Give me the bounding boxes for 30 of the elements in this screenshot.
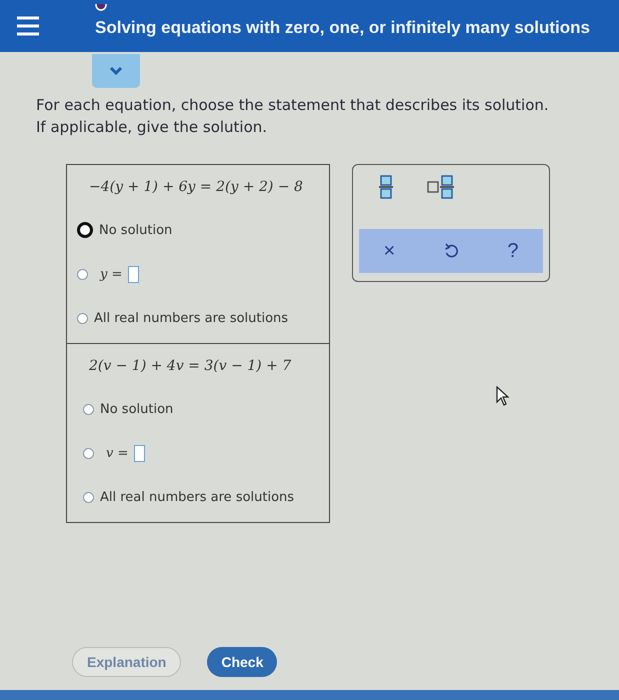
option-label[interactable]: No solution <box>100 402 174 416</box>
option-label[interactable]: y = <box>100 266 122 282</box>
radio-button[interactable] <box>77 222 93 238</box>
radio-button[interactable] <box>77 268 88 280</box>
radio-button[interactable] <box>83 448 94 458</box>
radio-button[interactable] <box>83 404 94 414</box>
option-label[interactable]: v = <box>106 446 128 460</box>
help-button[interactable]: ? <box>503 240 522 262</box>
option-label[interactable]: No solution <box>99 222 172 238</box>
clear-button[interactable]: × <box>380 240 400 262</box>
instructions-text: For each equation, choose the statement that describes its solution. If applicable, give the solution. <box>36 95 550 138</box>
mixed-number-icon <box>427 175 455 199</box>
check-button[interactable]: Check <box>207 647 278 677</box>
mixed-number-button[interactable] <box>427 175 455 199</box>
equation-text: −4(y + 1) + 6y = 2(y + 2) − 8 <box>88 179 304 195</box>
page-title: Solving equations with zero, one, or infinitely many solutions <box>95 18 590 38</box>
menu-icon[interactable] <box>17 15 39 37</box>
answer-box[interactable] <box>134 444 146 462</box>
fraction-button[interactable] <box>379 175 393 199</box>
mouse-pointer-icon <box>496 386 510 406</box>
undo-icon <box>444 243 458 259</box>
fraction-icon <box>379 175 393 199</box>
answer-box[interactable] <box>128 266 140 282</box>
equation-text: 2(v − 1) + 4v = 3(v − 1) + 7 <box>88 358 292 374</box>
radio-button[interactable] <box>83 492 94 502</box>
option-label[interactable]: All real numbers are solutions <box>94 310 288 326</box>
collapse-toggle[interactable] <box>92 54 140 88</box>
option-label[interactable]: All real numbers are solutions <box>100 490 294 504</box>
radio-button[interactable] <box>77 312 88 324</box>
chevron-down-icon <box>109 66 123 76</box>
